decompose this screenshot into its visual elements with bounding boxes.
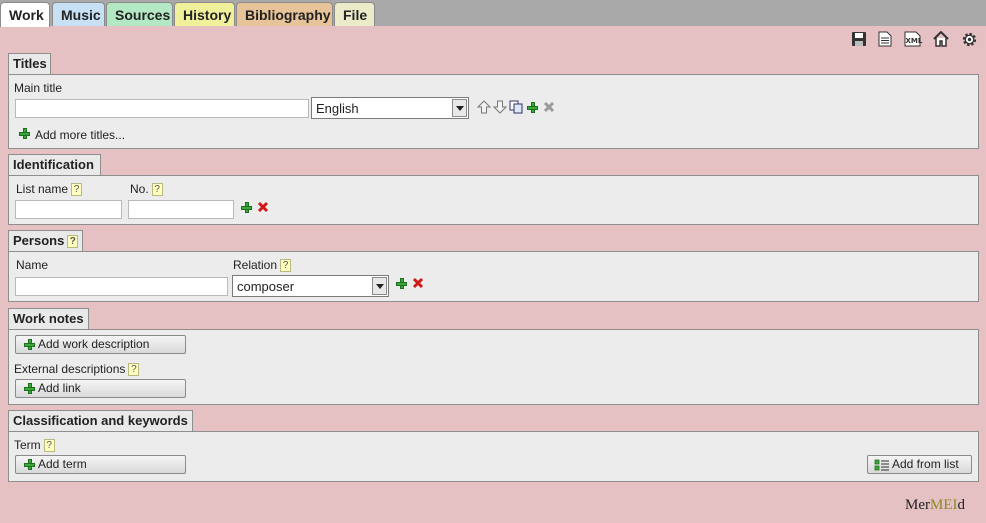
language-select[interactable]: English <box>311 97 469 119</box>
chevron-down-icon <box>372 277 387 295</box>
no-label: No.? <box>130 182 163 197</box>
add-icon <box>24 459 35 471</box>
save-icon[interactable] <box>850 30 868 48</box>
add-term-button[interactable]: Add term <box>15 455 186 474</box>
add-from-list-label: Add from list <box>892 457 959 471</box>
term-text: Term <box>14 438 41 452</box>
term-label: Term? <box>14 438 55 453</box>
add-link-label: Add link <box>38 381 81 395</box>
relation-select[interactable]: composer <box>232 275 389 297</box>
tab-sources[interactable]: Sources <box>106 2 173 26</box>
work-notes-legend: Work notes <box>8 308 89 330</box>
delete-disabled-icon[interactable] <box>542 100 556 114</box>
main-title-label: Main title <box>14 81 63 95</box>
add-link-button[interactable]: Add link <box>15 379 186 398</box>
external-descriptions-text: External descriptions <box>14 362 126 376</box>
add-icon[interactable] <box>240 200 254 214</box>
xml-icon[interactable]: XML <box>902 30 924 48</box>
svg-text:XML: XML <box>906 37 923 45</box>
add-icon[interactable] <box>526 100 540 114</box>
mermeid-logo: MerMEId <box>905 497 965 514</box>
help-icon[interactable]: ? <box>43 439 55 453</box>
titles-legend: Titles <box>8 53 51 75</box>
no-text: No. <box>130 182 149 196</box>
delete-icon[interactable] <box>256 200 270 214</box>
tab-bar: Work Music Sources History Bibliography … <box>0 0 986 27</box>
add-icon[interactable] <box>395 276 409 290</box>
titles-panel: Main title English Add more titles... <box>8 74 979 149</box>
identification-panel: List name? No.? <box>8 175 979 225</box>
persons-section: Persons? Name Relation? composer <box>8 230 979 302</box>
name-label: Name <box>16 258 49 272</box>
add-icon <box>24 339 35 351</box>
add-more-titles-link[interactable]: Add more titles... <box>35 128 125 142</box>
chevron-down-icon <box>452 99 467 117</box>
main-title-input[interactable] <box>15 99 309 118</box>
tab-history[interactable]: History <box>174 2 235 26</box>
tab-work[interactable]: Work <box>0 2 50 27</box>
help-icon[interactable]: ? <box>151 183 163 197</box>
move-up-icon[interactable] <box>476 100 492 114</box>
work-notes-panel: Add work description External descriptio… <box>8 329 979 405</box>
add-work-description-button[interactable]: Add work description <box>15 335 186 354</box>
classification-legend: Classification and keywords <box>8 410 193 432</box>
list-add-icon <box>874 459 889 471</box>
language-value: English <box>316 101 359 116</box>
html-document-icon[interactable] <box>876 30 894 48</box>
help-icon[interactable]: ? <box>67 235 79 249</box>
list-name-label: List name? <box>16 182 83 197</box>
tab-music[interactable]: Music <box>52 2 105 26</box>
help-icon[interactable]: ? <box>71 183 83 197</box>
logo-part-1: Mer <box>905 497 930 513</box>
persons-legend: Persons? <box>8 230 83 252</box>
move-down-icon[interactable] <box>492 100 508 114</box>
home-icon[interactable] <box>932 30 950 48</box>
add-term-label: Add term <box>38 457 87 471</box>
add-work-description-label: Add work description <box>38 337 150 351</box>
relation-label: Relation? <box>233 258 292 273</box>
identification-legend: Identification <box>8 154 101 176</box>
external-descriptions-label: External descriptions? <box>14 362 140 377</box>
tab-file[interactable]: File <box>334 2 375 26</box>
persons-panel: Name Relation? composer <box>8 251 979 302</box>
add-from-list-button[interactable]: Add from list <box>867 455 972 474</box>
copy-icon[interactable] <box>509 100 523 114</box>
persons-legend-text: Persons <box>13 233 65 248</box>
identification-section: Identification List name? No.? <box>8 154 979 225</box>
help-icon[interactable]: ? <box>280 259 292 273</box>
classification-panel: Term? Add term Add from list <box>8 431 979 482</box>
number-input[interactable] <box>128 200 234 219</box>
list-name-input[interactable] <box>15 200 122 219</box>
settings-gear-icon[interactable] <box>960 30 978 48</box>
add-icon <box>24 383 35 395</box>
tab-bibliography[interactable]: Bibliography <box>236 2 333 26</box>
titles-section: Titles Main title English Add more title… <box>8 53 979 150</box>
logo-part-2: MEI <box>930 497 958 513</box>
relation-value: composer <box>237 279 295 294</box>
help-icon[interactable]: ? <box>128 363 140 377</box>
classification-section: Classification and keywords Term? Add te… <box>8 410 979 482</box>
logo-part-3: d <box>957 497 966 513</box>
list-name-text: List name <box>16 182 69 196</box>
add-more-titles-icon[interactable] <box>19 126 33 140</box>
delete-icon[interactable] <box>411 276 425 290</box>
relation-text: Relation <box>233 258 278 272</box>
person-name-input[interactable] <box>15 277 228 296</box>
work-notes-section: Work notes Add work description External… <box>8 308 979 405</box>
